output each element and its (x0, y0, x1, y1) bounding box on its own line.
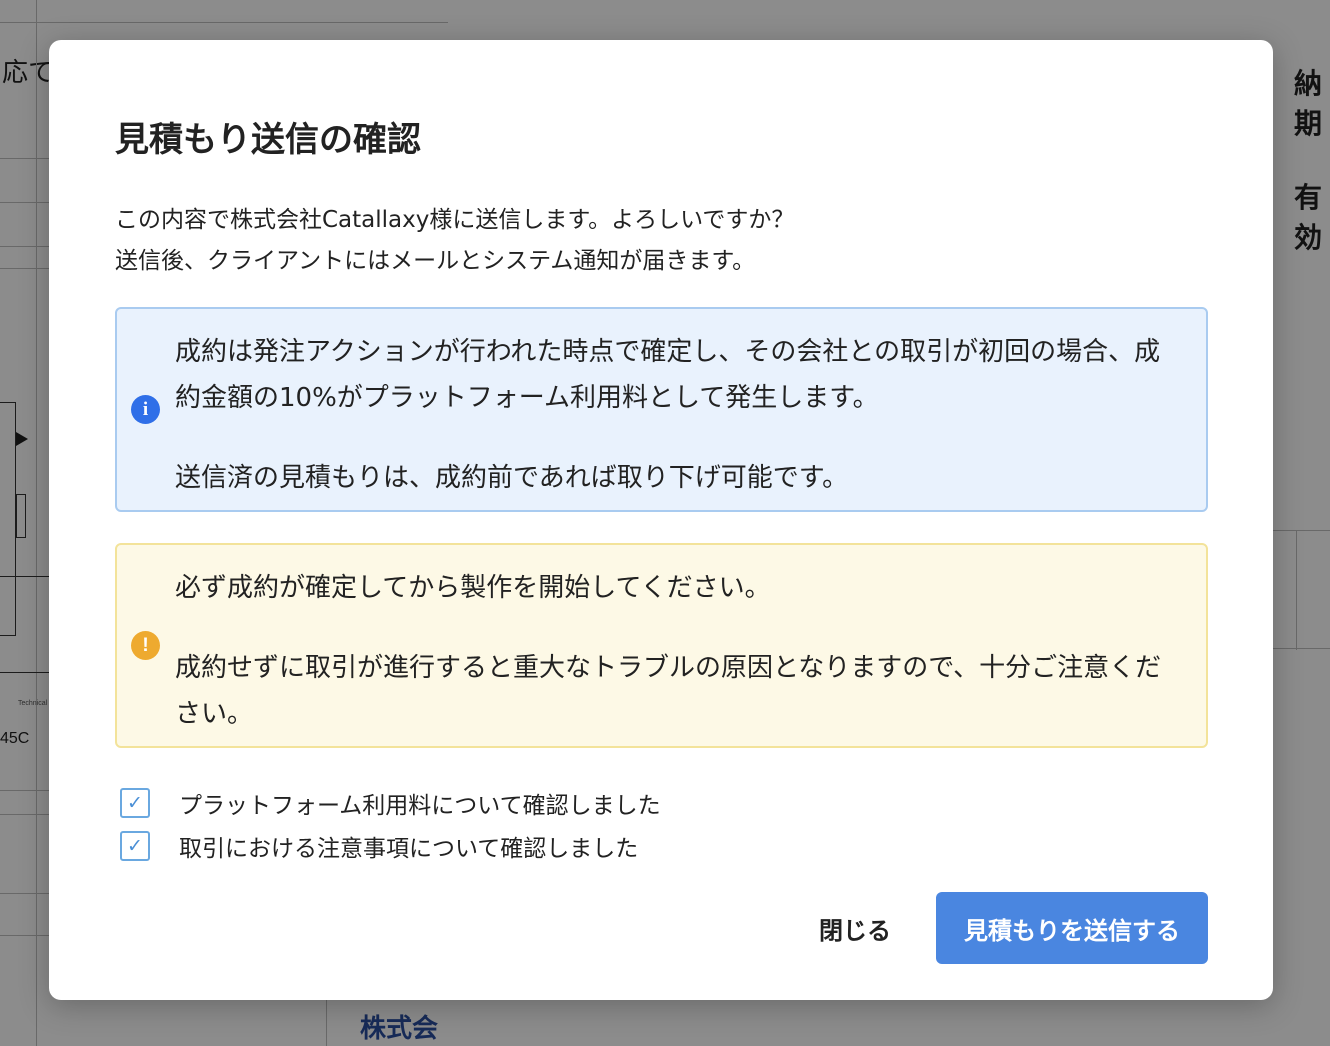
checkbox-row-trade-notes[interactable]: ✓ 取引における注意事項について確認しました (120, 824, 661, 867)
warning-alert-text: 必ず成約が確定してから製作を開始してください。 成約せずに取引が進行すると重大な… (175, 565, 1182, 737)
info-alert-text: 成約は発注アクションが行われた時点で確定し、その会社との取引が初回の場合、成約金… (175, 329, 1182, 501)
checkbox-platform-fee[interactable]: ✓ (120, 787, 150, 818)
description-line: 送信後、クライアントにはメールとシステム通知が届きます。 (115, 248, 756, 274)
dialog-title: 見積もり送信の確認 (115, 120, 421, 160)
info-alert: i 成約は発注アクションが行われた時点で確定し、その会社との取引が初回の場合、成… (115, 307, 1208, 512)
description-line: この内容で株式会社Catallaxy様に送信します。よろしいですか？ (115, 207, 795, 233)
info-alert-paragraph: 送信済の見積もりは、成約前であれば取り下げ可能です。 (175, 463, 849, 493)
checkbox-label: 取引における注意事項について確認しました (179, 835, 639, 862)
checkbox-label: プラットフォーム利用料について確認しました (179, 792, 661, 819)
checkbox-row-platform-fee[interactable]: ✓ プラットフォーム利用料について確認しました (120, 781, 661, 824)
info-alert-paragraph: 成約は発注アクションが行われた時点で確定し、その会社との取引が初回の場合、成約金… (175, 337, 1161, 413)
warning-icon: ! (131, 631, 160, 660)
warning-alert: ! 必ず成約が確定してから製作を開始してください。 成約せずに取引が進行すると重… (115, 543, 1208, 748)
confirmation-checklist: ✓ プラットフォーム利用料について確認しました ✓ 取引における注意事項について… (120, 781, 661, 867)
dialog-description: この内容で株式会社Catallaxy様に送信します。よろしいですか？ 送信後、ク… (115, 200, 794, 282)
confirm-send-dialog: 見積もり送信の確認 この内容で株式会社Catallaxy様に送信します。よろしい… (49, 40, 1273, 1000)
checkbox-trade-notes[interactable]: ✓ (120, 830, 150, 861)
check-icon: ✓ (127, 791, 143, 814)
send-quote-button[interactable]: 見積もりを送信する (936, 892, 1208, 964)
check-icon: ✓ (127, 834, 143, 857)
close-button[interactable]: 閉じる (795, 892, 915, 964)
warning-alert-paragraph: 必ず成約が確定してから製作を開始してください。 (175, 573, 771, 603)
info-icon: i (131, 395, 160, 424)
warning-alert-paragraph: 成約せずに取引が進行すると重大なトラブルの原因となりますので、十分ご注意ください… (175, 653, 1162, 729)
